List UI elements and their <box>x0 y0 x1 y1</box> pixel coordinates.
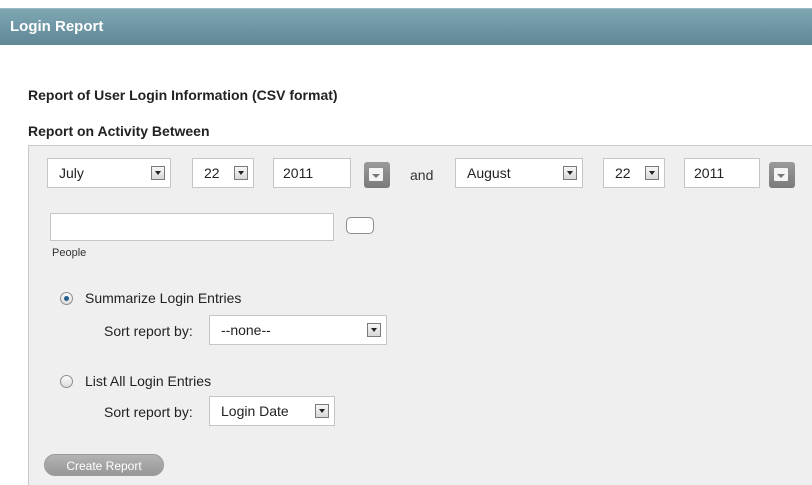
people-picker-button[interactable] <box>346 217 374 234</box>
list-all-label: List All Login Entries <box>85 373 212 389</box>
summarize-sort-label: Sort report by: <box>104 323 193 339</box>
list-all-sort-label: Sort report by: <box>104 404 193 420</box>
start-calendar-icon[interactable] <box>364 162 390 188</box>
end-year-input[interactable]: 2011 <box>684 158 760 188</box>
list-all-radio[interactable] <box>60 375 73 388</box>
summarize-sort-select[interactable]: --none-- <box>209 315 387 345</box>
list-all-sort-select[interactable]: Login Date <box>209 396 335 426</box>
create-report-button[interactable]: Create Report <box>44 454 164 476</box>
start-month-value: July <box>59 165 84 181</box>
chevron-down-icon <box>563 166 577 180</box>
summarize-sort-value: --none-- <box>221 322 271 338</box>
end-day-value: 22 <box>615 165 631 181</box>
end-month-value: August <box>467 165 511 181</box>
end-calendar-icon[interactable] <box>769 162 795 188</box>
people-input[interactable] <box>50 213 334 241</box>
chevron-down-icon <box>234 166 248 180</box>
end-day-select[interactable]: 22 <box>603 158 665 188</box>
report-panel <box>28 145 812 485</box>
header-bar: Login Report <box>0 8 812 45</box>
end-month-select[interactable]: August <box>455 158 583 188</box>
people-label: People <box>52 247 87 259</box>
chevron-down-icon <box>151 166 165 180</box>
report-heading: Report of User Login Information (CSV fo… <box>28 87 338 103</box>
activity-label: Report on Activity Between <box>28 123 210 139</box>
chevron-down-icon <box>315 404 329 418</box>
summarize-label: Summarize Login Entries <box>85 290 242 306</box>
start-year-value: 2011 <box>283 165 314 181</box>
list-all-sort-value: Login Date <box>221 403 289 419</box>
page-title: Login Report <box>10 18 104 35</box>
date-range-connector: and <box>410 167 434 183</box>
start-day-select[interactable]: 22 <box>192 158 254 188</box>
end-year-value: 2011 <box>694 165 725 181</box>
chevron-down-icon <box>367 323 381 337</box>
chevron-down-icon <box>645 166 659 180</box>
summarize-radio[interactable] <box>60 292 73 305</box>
start-day-value: 22 <box>204 165 220 181</box>
start-year-input[interactable]: 2011 <box>273 158 351 188</box>
start-month-select[interactable]: July <box>47 158 171 188</box>
